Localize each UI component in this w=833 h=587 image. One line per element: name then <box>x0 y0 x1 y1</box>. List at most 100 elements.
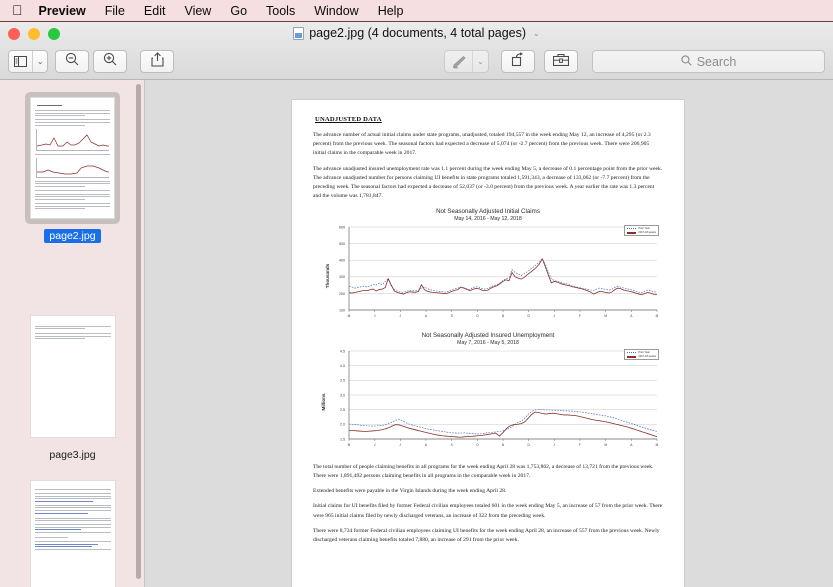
svg-text:2.0: 2.0 <box>340 423 345 427</box>
document-paragraph: The advance unadjusted insured unemploym… <box>313 166 663 200</box>
chevron-down-icon: ⌄ <box>477 57 484 66</box>
markup-toolbox-icon <box>552 53 570 71</box>
apple-menu-icon[interactable]:  <box>12 3 23 17</box>
legend-swatch-prior <box>627 228 637 230</box>
svg-text:O: O <box>476 314 479 318</box>
search-field[interactable]: Search <box>592 50 825 73</box>
chart-legend: Prior Year 2017-18 weeks <box>624 225 659 237</box>
document-heading: UNADJUSTED DATA <box>315 116 382 123</box>
thumbnail-sidebar[interactable]: page2.jpg page3.jpg <box>0 80 145 587</box>
svg-text:3.5: 3.5 <box>340 379 345 383</box>
menu-item-tools[interactable]: Tools <box>266 4 295 18</box>
share-icon <box>150 51 164 72</box>
svg-text:A: A <box>425 443 428 447</box>
thumbnail-preview <box>29 480 116 587</box>
svg-text:500: 500 <box>339 242 345 246</box>
svg-text:O: O <box>476 443 479 447</box>
sidebar-view-icon[interactable] <box>9 51 32 72</box>
thumbnail-mini-chart-1 <box>36 128 109 151</box>
search-placeholder: Search <box>696 54 737 69</box>
svg-text:J: J <box>554 443 556 447</box>
chevron-down-icon[interactable]: ⌄ <box>533 29 540 38</box>
chart-subtitle: May 7, 2016 - May 5, 2018 <box>457 340 519 347</box>
legend-label: Prior Year <box>638 227 650 231</box>
svg-text:4.5: 4.5 <box>340 350 345 354</box>
chart-insured-unemployment: Not Seasonally Adjusted Insured Unemploy… <box>313 332 663 457</box>
zoom-in-button[interactable] <box>93 50 127 73</box>
svg-text:N: N <box>502 314 505 318</box>
chart-plot-area: 100 200 300 400 500 600 M J J A S O N D J F M A M <box>339 226 659 319</box>
thumbnail-label[interactable]: page2.jpg <box>44 229 101 243</box>
sidebar-view-button[interactable]: ⌄ <box>8 50 48 73</box>
svg-text:S: S <box>451 443 453 447</box>
svg-text:J: J <box>400 443 402 447</box>
legend-entry: Prior Year <box>627 351 656 354</box>
menu-item-view[interactable]: View <box>184 4 211 18</box>
thumbnail-label[interactable]: page3.jpg <box>44 448 100 462</box>
chart-title: Not Seasonally Adjusted Initial Claims <box>436 208 540 216</box>
legend-label: Prior Year <box>638 351 650 355</box>
sidebar-scrollbar[interactable] <box>136 84 141 579</box>
svg-text:600: 600 <box>339 226 345 230</box>
thumbnail-preview <box>30 97 115 219</box>
svg-text:J: J <box>400 314 402 318</box>
document-content-pane[interactable]: UNADJUSTED DATA The advance number of ac… <box>145 80 833 587</box>
document-paragraph: Extended benefits were payable in the Vi… <box>313 488 507 495</box>
thumbnail-frame[interactable] <box>25 475 121 587</box>
thumbnail-frame[interactable] <box>25 310 121 443</box>
document-paragraph: The total number of people claiming bene… <box>313 464 654 480</box>
legend-swatch-current <box>627 232 637 234</box>
document-paragraph: There were 8,734 former Federal civilian… <box>313 527 660 543</box>
legend-label: 2017-18 weeks <box>638 231 656 235</box>
window-body: page2.jpg page3.jpg UNADJUSTED DATA The … <box>0 80 833 587</box>
thumbnail-item-page4[interactable] <box>0 475 144 587</box>
thumbnail-mini-chart-2 <box>36 157 109 178</box>
chart-subtitle: May 14, 2016 - May 12, 2018 <box>454 216 522 223</box>
menu-item-help[interactable]: Help <box>378 4 404 18</box>
svg-text:J: J <box>554 314 556 318</box>
svg-text:M: M <box>656 443 659 447</box>
menu-bar:  Preview File Edit View Go Tools Window… <box>0 0 833 21</box>
svg-text:A: A <box>425 314 428 318</box>
menu-item-preview[interactable]: Preview <box>39 4 86 18</box>
svg-text:2.5: 2.5 <box>340 408 345 412</box>
svg-text:1.5: 1.5 <box>340 438 345 442</box>
markup-pen-dropdown[interactable]: ⌄ <box>472 51 488 72</box>
svg-text:400: 400 <box>339 259 345 263</box>
menu-item-window[interactable]: Window <box>314 4 358 18</box>
toolbar: ⌄ ⌄ Search <box>0 44 833 80</box>
svg-text:3.0: 3.0 <box>340 394 345 398</box>
svg-text:A: A <box>630 443 633 447</box>
legend-entry: 2017-18 weeks <box>627 231 656 234</box>
thumbnail-item-page2[interactable]: page2.jpg <box>0 92 144 243</box>
svg-text:4.0: 4.0 <box>340 364 345 368</box>
legend-swatch-prior <box>627 352 637 354</box>
legend-entry: Prior Year <box>627 227 656 230</box>
chart-title: Not Seasonally Adjusted Insured Unemploy… <box>421 332 555 340</box>
legend-label: 2017-18 weeks <box>638 355 656 359</box>
menu-item-edit[interactable]: Edit <box>144 4 166 18</box>
svg-text:F: F <box>579 314 581 318</box>
thumbnail-frame[interactable] <box>25 92 120 224</box>
preview-window: page2.jpg (4 documents, 4 total pages) ⌄… <box>0 21 833 587</box>
svg-text:F: F <box>579 443 581 447</box>
svg-text:S: S <box>451 314 453 318</box>
menu-item-go[interactable]: Go <box>230 4 247 18</box>
svg-text:A: A <box>630 314 633 318</box>
share-button[interactable] <box>140 50 174 73</box>
svg-text:200: 200 <box>339 292 345 296</box>
markup-pen-icon[interactable] <box>445 51 472 72</box>
markup-pen-button[interactable]: ⌄ <box>444 50 489 73</box>
rotate-button[interactable] <box>501 50 535 73</box>
thumbnail-item-page3[interactable]: page3.jpg <box>0 310 144 462</box>
sidebar-view-dropdown[interactable]: ⌄ <box>32 51 47 72</box>
zoom-in-icon <box>103 52 117 71</box>
document-paragraph: The advance number of actual initial cla… <box>313 132 651 157</box>
chevron-down-icon: ⌄ <box>36 57 44 66</box>
zoom-out-button[interactable] <box>55 50 89 73</box>
menu-item-file[interactable]: File <box>105 4 125 18</box>
svg-text:D: D <box>528 314 531 318</box>
markup-toolbox-button[interactable] <box>544 50 578 73</box>
svg-text:N: N <box>502 443 505 447</box>
chart-plot-area: 1.5 2.0 2.5 3.0 3.5 4.0 4.5 M J J A S O N D J F M A M <box>340 350 659 448</box>
